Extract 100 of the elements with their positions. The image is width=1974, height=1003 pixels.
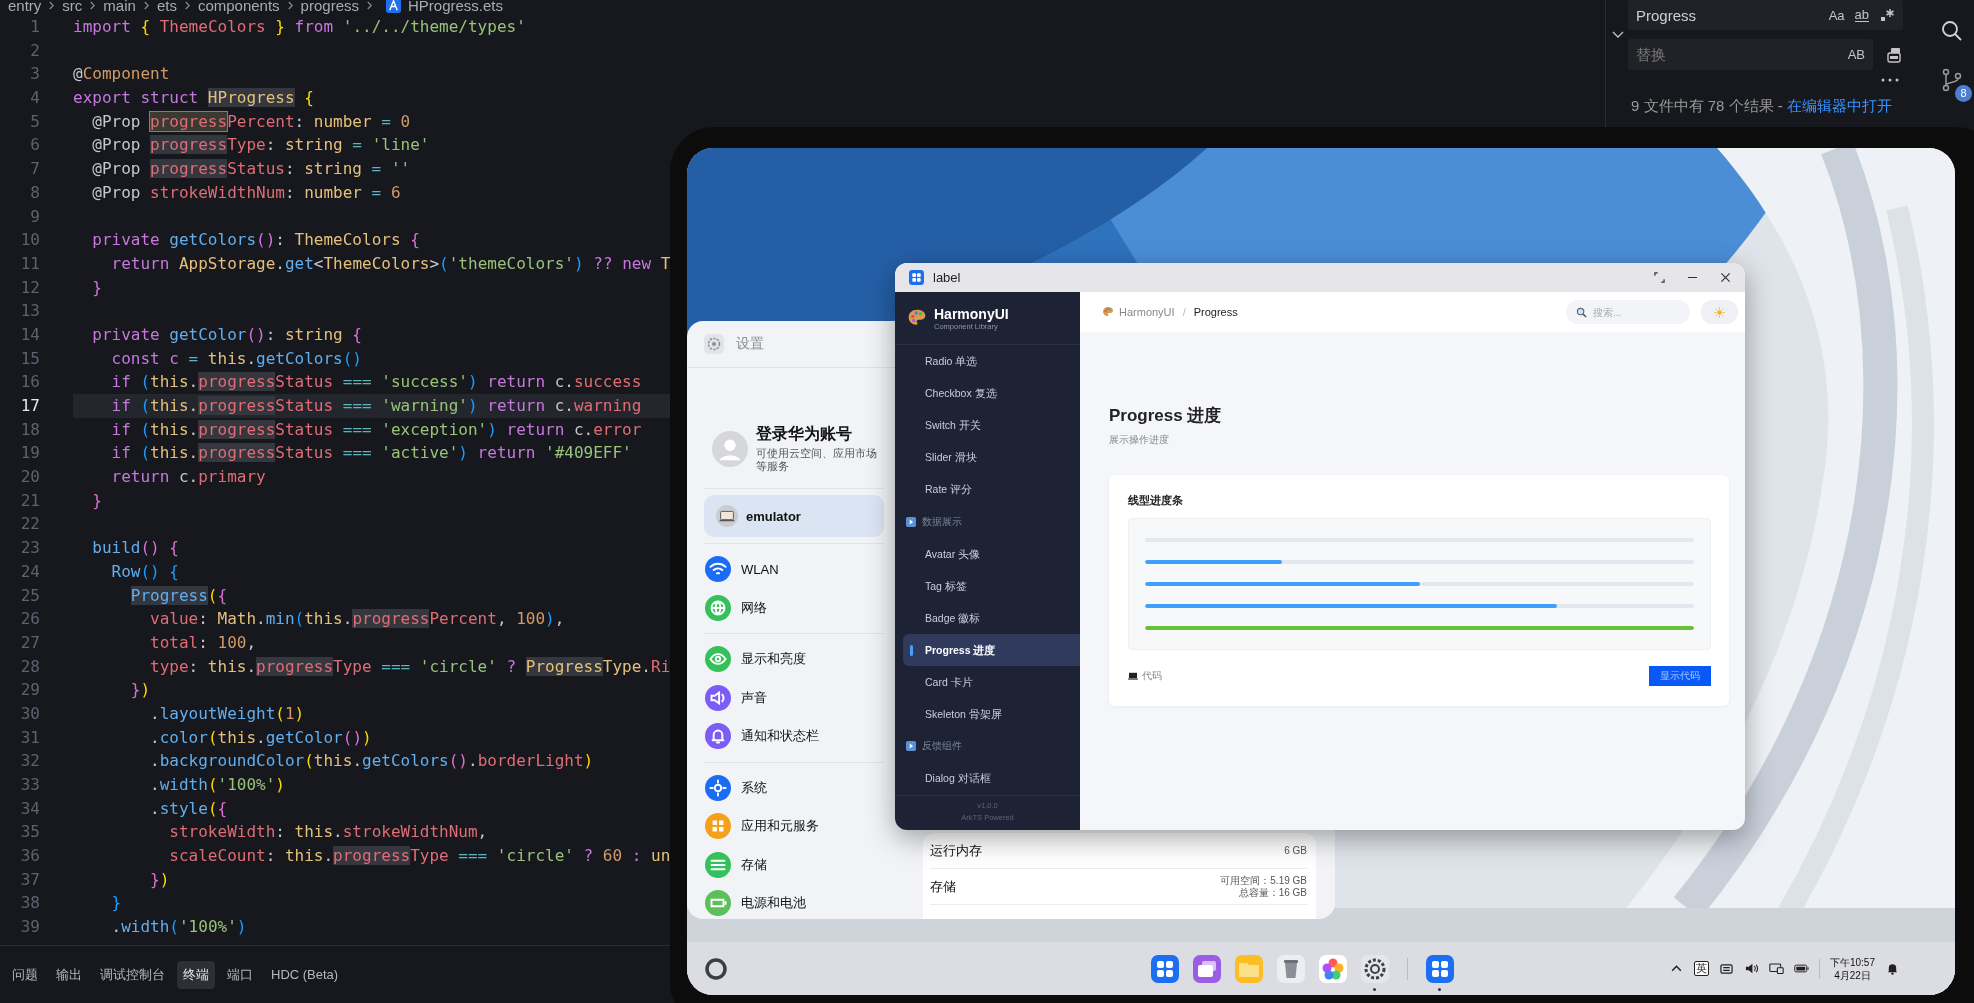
line-number: 38: [19, 892, 41, 915]
windows-icon[interactable]: [1190, 952, 1223, 985]
settings-item[interactable]: 网络: [704, 588, 884, 627]
nav-item[interactable]: Dialog 对话框: [903, 762, 1080, 795]
gear-icon[interactable]: [1358, 952, 1391, 985]
code-line: .layoutWeight(1): [149, 702, 306, 725]
settings-item[interactable]: 存储: [704, 845, 884, 884]
more-icon[interactable]: [1880, 78, 1900, 82]
nav-item[interactable]: Radio 单选: [903, 345, 1080, 378]
code-line: @Prop progressPercent: number = 0: [91, 110, 412, 133]
preserve-case-toggle[interactable]: AB: [1847, 47, 1865, 62]
line-number: 1: [29, 16, 41, 38]
nav-item[interactable]: Skeleton 骨架屏: [903, 698, 1080, 731]
settings-item[interactable]: 应用和元服务: [704, 807, 884, 846]
code-line: .backgroundColor(this.getColors().borderLight): [149, 750, 595, 773]
line-number: 8: [29, 181, 41, 204]
line-number: 6: [29, 134, 41, 157]
code-line: value: Math.min(this.progressPercent, 100),: [149, 608, 566, 631]
code-line: }: [91, 489, 103, 512]
line-number: 18: [19, 418, 41, 441]
ring-icon[interactable]: [704, 956, 728, 981]
nav-item[interactable]: Badge 徽标: [903, 601, 1080, 634]
code-line: }: [91, 276, 103, 299]
close-icon[interactable]: [1720, 272, 1731, 283]
display-icon[interactable]: [1768, 962, 1784, 975]
breadcrumb-item[interactable]: HProgress.ets: [407, 0, 503, 13]
match-case-toggle[interactable]: Aa: [1828, 7, 1845, 23]
code-line: @Component: [73, 63, 171, 86]
line-number: 17: [19, 395, 41, 417]
code-line: .color(this.getColor()): [149, 726, 373, 749]
breadcrumb-item[interactable]: entry: [8, 0, 42, 13]
keyboard-icon[interactable]: [1718, 962, 1734, 975]
settings-item[interactable]: 声音: [704, 678, 884, 717]
code-line: const c = this.getColors(): [110, 347, 363, 370]
line-number: 39: [19, 916, 41, 939]
account-row[interactable]: 登录华为账号 可使用云空间、应用市场等服务: [704, 368, 884, 489]
device-row[interactable]: emulator: [704, 495, 884, 537]
section-heading: 数据展示: [922, 514, 962, 529]
avatar-icon: [712, 430, 748, 467]
restore-icon[interactable]: [1654, 272, 1665, 283]
panel-tab[interactable]: 调试控制台: [94, 960, 171, 989]
code-line: @Prop progressType: string = 'line': [91, 134, 431, 157]
info-label: 存储: [930, 877, 956, 896]
code-line: private getColors(): ThemeColors {: [91, 229, 421, 252]
nav-item[interactable]: Tag 标签: [903, 569, 1080, 602]
settings-item[interactable]: 电源和电池: [704, 884, 884, 919]
search-icon[interactable]: [1940, 19, 1964, 43]
nav-item[interactable]: Rate 评分: [903, 473, 1080, 506]
breadcrumb-item[interactable]: main: [103, 0, 136, 13]
line-number: 16: [19, 371, 41, 394]
line-number: 35: [19, 821, 41, 844]
line-number: 9: [29, 205, 41, 228]
app-grid-icon[interactable]: [1423, 952, 1456, 985]
code-line: build() {: [91, 537, 180, 560]
line-number: 33: [19, 774, 41, 796]
panel-tab[interactable]: 问题: [6, 960, 44, 989]
breadcrumb-link[interactable]: HarmonyUI: [1119, 306, 1175, 318]
panel-tab[interactable]: 端口: [221, 960, 259, 989]
nav-item[interactable]: Slider 滑块: [903, 441, 1080, 474]
replace-field[interactable]: 替换 AB: [1628, 39, 1873, 70]
chevron-icon: [89, 0, 97, 11]
line-number: 37: [19, 868, 41, 891]
volume-icon[interactable]: [1743, 962, 1759, 975]
breadcrumb-item[interactable]: progress: [300, 0, 359, 13]
line-number: 7: [29, 158, 41, 181]
chevron-icon: [142, 0, 150, 11]
search-field[interactable]: 搜索...: [1566, 300, 1690, 324]
settings-item[interactable]: WLAN: [704, 550, 884, 589]
theme-toggle-button[interactable]: [1701, 300, 1738, 324]
panel-tab[interactable]: 输出: [50, 960, 88, 989]
panel-tab[interactable]: HDC (Beta): [265, 962, 345, 987]
panel-tab[interactable]: 终端: [177, 960, 215, 989]
flower-icon[interactable]: [1316, 952, 1349, 985]
card-title: 线型进度条: [1128, 493, 1184, 507]
trash-icon[interactable]: [1274, 952, 1307, 985]
breadcrumb-item[interactable]: ets: [156, 0, 177, 13]
line-number: 13: [19, 300, 41, 323]
breadcrumb-item[interactable]: components: [197, 0, 280, 13]
settings-item[interactable]: 通知和状态栏: [704, 717, 884, 756]
whole-word-toggle[interactable]: ab: [1854, 8, 1869, 22]
account-subtitle: 可使用云空间、应用市场等服务: [756, 447, 878, 473]
app-grid-icon[interactable]: [1148, 952, 1181, 985]
settings-item[interactable]: 系统: [704, 768, 884, 807]
laptop-icon: [1128, 672, 1138, 680]
regex-icon[interactable]: [1879, 7, 1895, 23]
nav-item[interactable]: Card 卡片: [903, 665, 1080, 699]
chevron-down-icon[interactable]: [1612, 31, 1624, 39]
replace-all-icon[interactable]: [1885, 45, 1903, 64]
settings-item[interactable]: 显示和亮度: [704, 640, 884, 679]
search-field[interactable]: Progress Aa ab: [1628, 0, 1903, 30]
code-line: strokeWidth: this.strokeWidthNum,: [168, 821, 489, 844]
line-number: 2: [29, 39, 41, 62]
brand-name: HarmonyUI: [934, 305, 1009, 322]
line-number: 14: [19, 323, 41, 346]
nav-item[interactable]: Avatar 头像: [903, 537, 1080, 570]
line-number: 20: [19, 466, 41, 489]
breadcrumb-item[interactable]: src: [62, 0, 83, 13]
open-in-editor-link[interactable]: 在编辑器中打开: [1786, 97, 1892, 114]
nav-item[interactable]: Progress 进度: [903, 633, 1080, 666]
input-method-indicator[interactable]: 英: [1693, 961, 1709, 976]
